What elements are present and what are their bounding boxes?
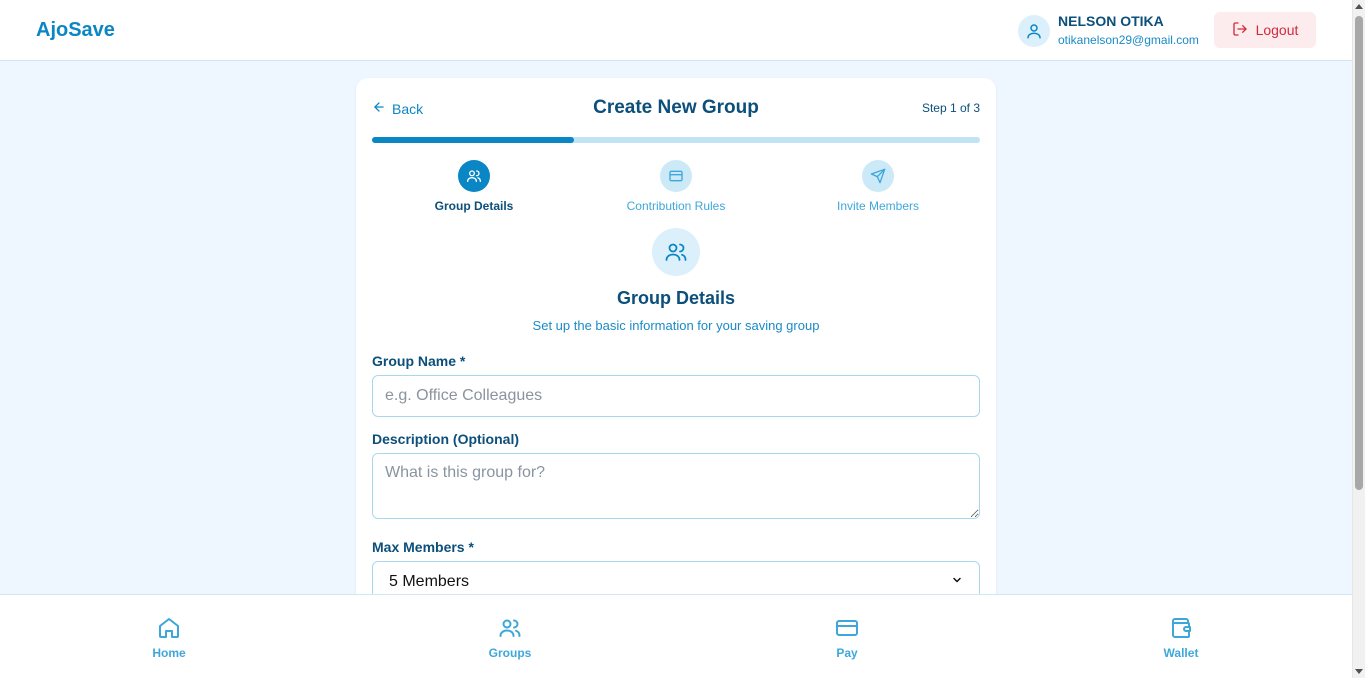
nav-label: Wallet [1163,646,1199,660]
scrollbar-thumb[interactable] [1355,16,1363,490]
group-name-input[interactable] [372,375,980,417]
section-subtitle: Set up the basic information for your sa… [532,318,820,333]
user-name: NELSON OTIKA [1058,13,1164,29]
send-icon [862,160,894,192]
step-group-details[interactable]: Group Details [374,160,574,213]
users-icon [458,160,490,192]
chevron-down-icon [951,573,963,591]
user-email: otikanelson29@gmail.com [1058,33,1199,47]
nav-home[interactable]: Home [129,615,209,660]
user-avatar-icon [1018,15,1050,47]
progress-bar [372,137,980,143]
group-name-label: Group Name * [372,353,466,369]
scroll-up-arrow-icon[interactable] [1355,4,1363,9]
section-title: Group Details [616,288,736,308]
brand-logo[interactable]: AjoSave [36,19,115,42]
bottom-navigation: Home Groups Pay Wallet [0,594,1352,678]
description-label: Description (Optional) [372,431,519,447]
user-profile[interactable]: NELSON OTIKA otikanelson29@gmail.com [1018,13,1199,49]
nav-groups[interactable]: Groups [470,615,550,660]
description-textarea[interactable] [372,453,980,519]
step-contribution-rules[interactable]: Contribution Rules [576,160,776,213]
users-icon [470,615,550,641]
top-header: AjoSave NELSON OTIKA otikanelson29@gmail… [0,0,1352,61]
progress-bar-fill [372,137,575,143]
scroll-down-arrow-icon[interactable] [1355,669,1363,674]
users-icon [652,228,700,276]
logout-button[interactable]: Logout [1214,12,1316,48]
stepper: Group Details Contribution Rules Invite … [372,160,980,213]
max-members-value: 5 Members [389,573,470,590]
max-members-label: Max Members * [372,539,474,555]
logout-icon [1232,21,1248,40]
page-title: Create New Group [593,97,759,118]
nav-label: Pay [836,646,858,660]
nav-pay[interactable]: Pay [807,615,887,660]
step-indicator: Step 1 of 3 [921,101,980,115]
card-icon [660,160,692,192]
page-scrollbar[interactable] [1352,0,1365,678]
credit-card-icon [807,615,887,641]
step-label: Group Details [434,199,514,213]
step-label: Contribution Rules [626,199,726,213]
logout-label: Logout [1255,22,1299,38]
nav-wallet[interactable]: Wallet [1141,615,1221,660]
nav-label: Groups [488,646,532,660]
create-group-card: Back Create New Group Step 1 of 3 Group … [356,78,996,618]
nav-label: Home [152,646,186,660]
step-label: Invite Members [836,199,920,213]
home-icon [129,615,209,641]
wallet-icon [1141,615,1221,641]
step-invite-members[interactable]: Invite Members [778,160,978,213]
